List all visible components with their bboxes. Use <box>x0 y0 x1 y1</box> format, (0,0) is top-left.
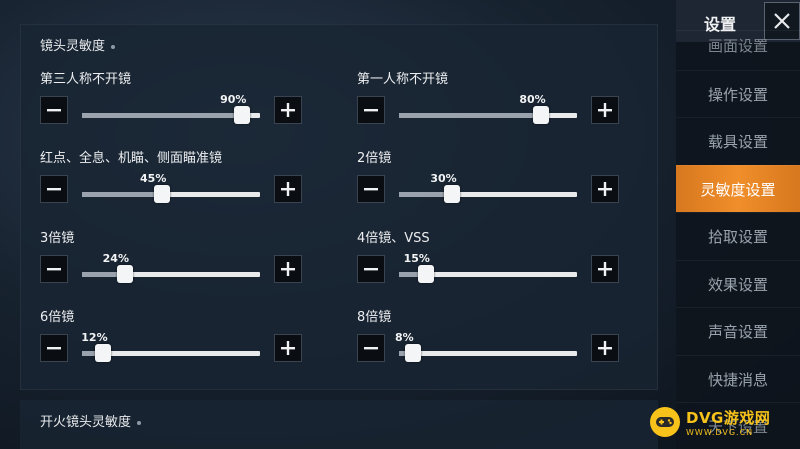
slider-thumb[interactable] <box>154 185 171 203</box>
setting-label: 8倍镜 <box>357 310 392 325</box>
slider-value: 12% <box>81 331 108 344</box>
slider-value: 80% <box>519 93 546 106</box>
slider-thumb[interactable] <box>234 106 251 124</box>
sidebar-item-label: 效果设置 <box>707 275 768 294</box>
sidebar-item-label: 画面设置 <box>707 37 768 55</box>
slider-thumb[interactable] <box>444 185 461 203</box>
sidebar-item[interactable]: 效果设置 <box>676 260 800 307</box>
gamepad-icon <box>650 407 680 437</box>
section-title-fire-sensitivity[interactable]: 开火镜头灵敏度 <box>40 411 142 430</box>
watermark-title: DVG游戏网 <box>686 409 771 427</box>
slider-thumb[interactable] <box>95 344 112 362</box>
slider-fill <box>82 192 163 197</box>
increase-button[interactable] <box>274 334 302 362</box>
setting-label: 4倍镜、VSS <box>357 231 430 246</box>
increase-button[interactable] <box>274 175 302 203</box>
slider-fill <box>82 113 243 118</box>
increase-button[interactable] <box>591 334 619 362</box>
minus-icon <box>47 268 61 271</box>
sidebar-item-label: 载具设置 <box>707 132 768 151</box>
slider-value: 24% <box>102 252 129 265</box>
increase-button[interactable] <box>274 96 302 124</box>
increase-button[interactable] <box>274 255 302 283</box>
slider-thumb[interactable] <box>405 344 422 362</box>
plus-icon <box>281 262 295 276</box>
decrease-button[interactable] <box>40 175 68 203</box>
sidebar-item[interactable]: 声音设置 <box>676 307 800 354</box>
sensitivity-slider[interactable]: 24% <box>82 252 260 283</box>
watermark-url: WWW.DVG.CN <box>686 428 754 437</box>
section-title-camera-sensitivity: 镜头灵敏度 <box>40 35 116 54</box>
minus-icon <box>364 268 378 271</box>
decrease-button[interactable] <box>40 255 68 283</box>
plus-icon <box>598 262 612 276</box>
slider-value: 15% <box>403 252 430 265</box>
minus-icon <box>47 347 61 350</box>
slider-thumb[interactable] <box>533 106 550 124</box>
watermark: DVG游戏网 WWW.DVG.CN <box>650 402 800 442</box>
sensitivity-slider[interactable]: 80% <box>399 93 577 124</box>
decrease-button[interactable] <box>357 255 385 283</box>
sensitivity-slider[interactable]: 15% <box>399 252 577 283</box>
sensitivity-slider[interactable]: 45% <box>82 172 260 203</box>
setting-label: 3倍镜 <box>40 231 75 246</box>
plus-icon <box>281 103 295 117</box>
minus-icon <box>364 347 378 350</box>
increase-button[interactable] <box>591 255 619 283</box>
sidebar-item[interactable]: 载具设置 <box>676 117 800 164</box>
sidebar-item[interactable]: 操作设置 <box>676 70 800 117</box>
sensitivity-slider[interactable]: 8% <box>395 331 577 362</box>
minus-icon <box>364 109 378 112</box>
slider-fill <box>399 113 542 118</box>
sensitivity-slider[interactable]: 30% <box>399 172 577 203</box>
sidebar-item-label: 快捷消息 <box>707 370 768 389</box>
plus-icon <box>598 103 612 117</box>
sidebar-item[interactable]: 快捷消息 <box>676 355 800 402</box>
minus-icon <box>47 109 61 112</box>
slider-thumb[interactable] <box>116 265 133 283</box>
minus-icon <box>364 188 378 191</box>
decrease-button[interactable] <box>357 334 385 362</box>
minus-icon <box>47 188 61 191</box>
setting-label: 第一人称不开镜 <box>357 72 449 87</box>
decrease-button[interactable] <box>40 96 68 124</box>
setting-label: 第三人称不开镜 <box>40 72 132 87</box>
sidebar-item-label: 拾取设置 <box>707 227 768 246</box>
sidebar-item-label: 灵敏度设置 <box>700 180 776 199</box>
setting-label: 红点、全息、机瞄、侧面瞄准镜 <box>40 151 223 166</box>
increase-button[interactable] <box>591 96 619 124</box>
decrease-button[interactable] <box>357 96 385 124</box>
plus-icon <box>281 182 295 196</box>
slider-value: 90% <box>220 93 247 106</box>
sidebar-item-label: 声音设置 <box>707 322 768 341</box>
sidebar-item-label: 操作设置 <box>707 85 768 104</box>
sensitivity-slider[interactable]: 12% <box>81 331 260 362</box>
slider-value: 30% <box>430 172 457 185</box>
sidebar-item[interactable]: 画面设置 <box>676 30 800 60</box>
decrease-button[interactable] <box>40 334 68 362</box>
close-icon <box>774 13 790 29</box>
sidebar-item[interactable]: 拾取设置 <box>676 212 800 259</box>
slider-value: 45% <box>140 172 167 185</box>
plus-icon <box>281 341 295 355</box>
sensitivity-slider[interactable]: 90% <box>82 93 260 124</box>
decrease-button[interactable] <box>357 175 385 203</box>
plus-icon <box>598 341 612 355</box>
increase-button[interactable] <box>591 175 619 203</box>
slider-thumb[interactable] <box>417 265 434 283</box>
sidebar-item[interactable]: 灵敏度设置 <box>676 165 800 212</box>
setting-label: 6倍镜 <box>40 310 75 325</box>
slider-value: 8% <box>394 331 414 344</box>
setting-label: 2倍镜 <box>357 151 392 166</box>
plus-icon <box>598 182 612 196</box>
